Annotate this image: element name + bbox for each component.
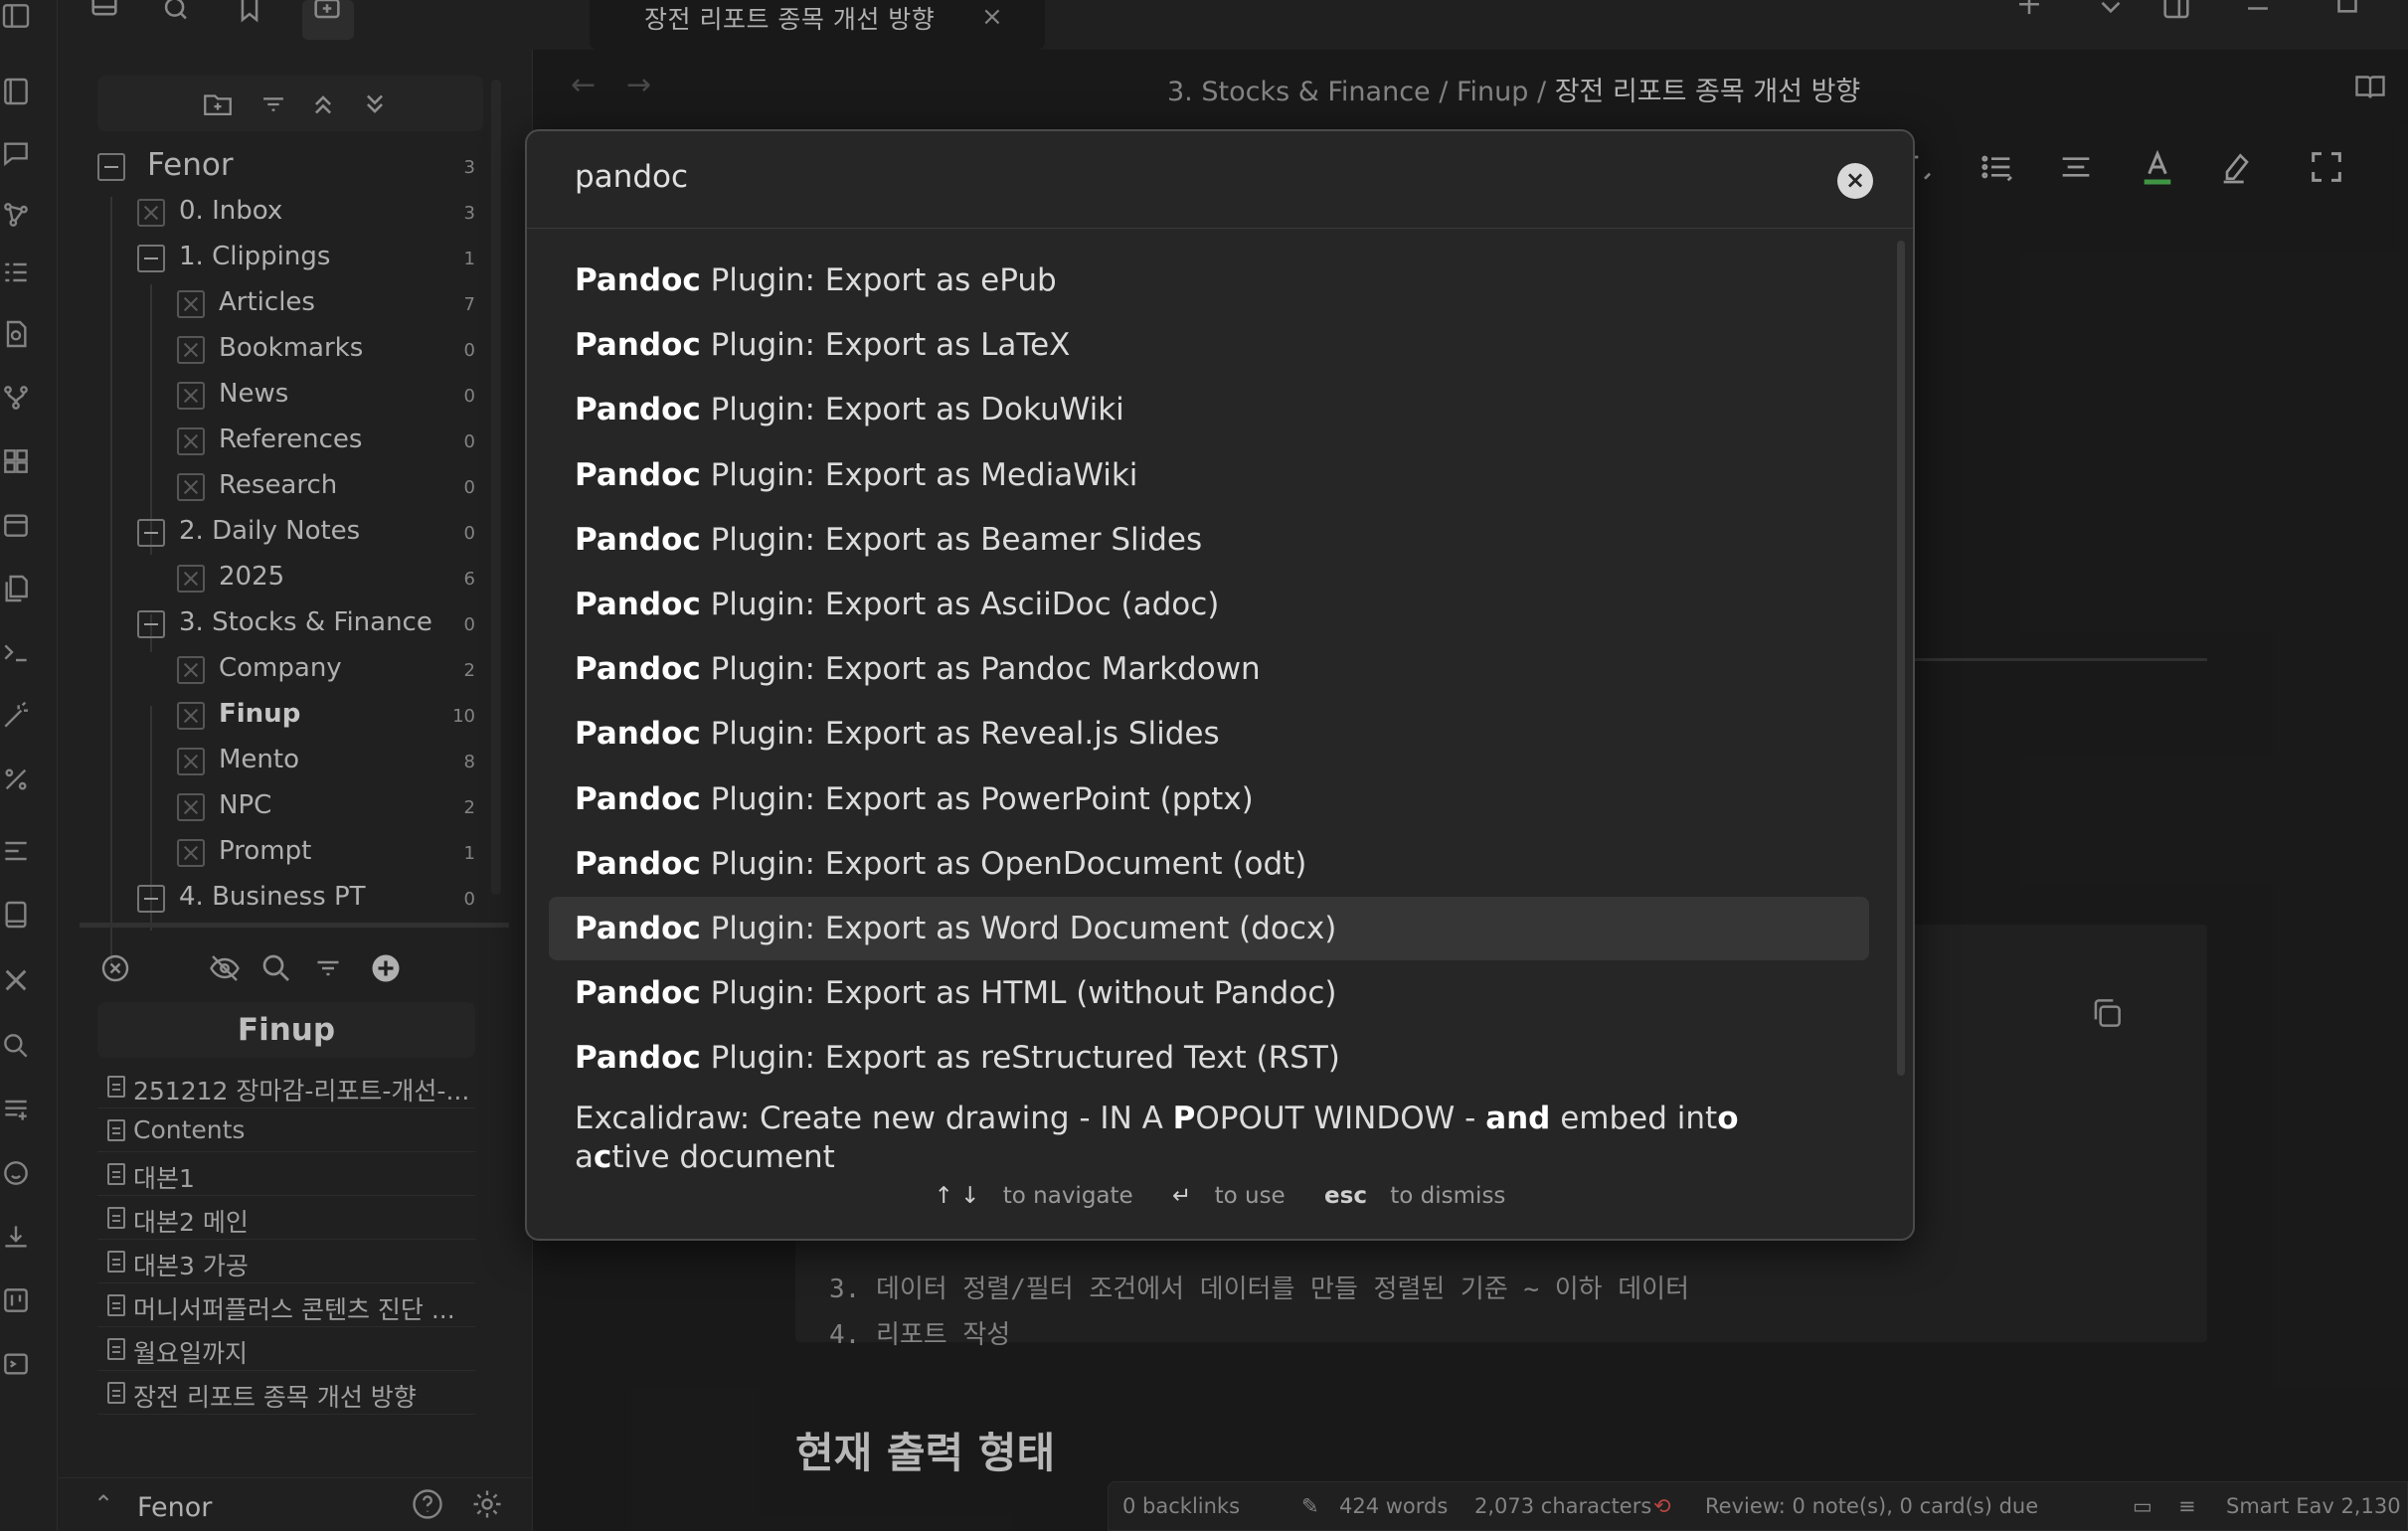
command-result[interactable]: Pandoc Plugin: Export as HTML (without P… [549,961,1869,1025]
match-highlight: Pandoc [575,587,701,622]
match-highlight: Pandoc [575,262,701,298]
command-text: Plugin: Export as Pandoc Markdown [700,651,1261,687]
command-text: Plugin: Export as ePub [700,262,1057,298]
command-label: Pandoc Plugin: Export as AsciiDoc (adoc) [575,587,1219,622]
command-text: Plugin: Export as DokuWiki [700,392,1124,427]
command-result[interactable]: Pandoc Plugin: Export as MediaWiki [549,443,1869,507]
command-text: Plugin: Export as MediaWiki [700,457,1138,493]
match-highlight: Pandoc [575,1040,701,1076]
nav-label: to navigate [1002,1183,1133,1209]
match-highlight: Pandoc [575,716,701,752]
match-highlight: Pandoc [575,975,701,1011]
command-label: Pandoc Plugin: Export as Word Document (… [575,911,1336,946]
command-text: Plugin: Export as OpenDocument (odt) [700,846,1307,882]
command-text: Plugin: Export as reStructured Text (RST… [700,1040,1340,1076]
command-text: Plugin: Export as Beamer Slides [700,522,1203,558]
match-highlight: c [594,1139,612,1175]
palette-instructions: ↑ ↓ to navigate ↵ to use esc to dismiss [527,1183,1913,1233]
match-highlight: Pandoc [575,392,701,427]
command-text: a [575,1139,594,1175]
command-label: Pandoc Plugin: Export as Pandoc Markdown [575,651,1261,687]
command-result[interactable]: Pandoc Plugin: Export as Reveal.js Slide… [549,702,1869,766]
command-label: Pandoc Plugin: Export as reStructured Te… [575,1040,1340,1076]
match-highlight: P [1172,1101,1196,1136]
command-label: Pandoc Plugin: Export as DokuWiki [575,392,1124,427]
command-label: Pandoc Plugin: Export as ePub [575,262,1057,298]
command-palette: pandoc × Pandoc Plugin: Export as ePub Pa… [525,129,1915,1241]
command-text: embed int [1550,1101,1718,1136]
command-label: Pandoc Plugin: Export as HTML (without P… [575,975,1336,1011]
use-label: to use [1214,1183,1286,1209]
match-highlight: Pandoc [575,911,701,946]
command-result[interactable]: Pandoc Plugin: Export as PowerPoint (ppt… [549,767,1869,831]
command-label: Excalidraw: Create new drawing - IN A PO… [575,1100,1827,1177]
command-result[interactable]: Pandoc Plugin: Export as Pandoc Markdown [549,637,1869,701]
match-highlight: o [1717,1101,1739,1136]
command-text: Plugin: Export as Reveal.js Slides [700,716,1220,752]
command-result[interactable]: Pandoc Plugin: Export as DokuWiki [549,378,1869,441]
command-label: Pandoc Plugin: Export as Beamer Slides [575,522,1202,558]
dismiss-label: to dismiss [1390,1183,1506,1209]
match-highlight: Pandoc [575,327,701,363]
nav-key-hint: ↑ ↓ [934,1183,980,1209]
command-result[interactable]: Pandoc Plugin: Export as AsciiDoc (adoc) [549,573,1869,636]
command-result[interactable]: Pandoc Plugin: Export as Beamer Slides [549,508,1869,572]
command-text: Plugin: Export as LaTeX [700,327,1071,363]
command-result[interactable]: Pandoc Plugin: Export as Word Document (… [549,897,1869,960]
clear-search-icon[interactable]: × [1837,163,1873,199]
match-highlight: Pandoc [575,457,701,493]
match-highlight: Pandoc [575,781,701,817]
command-results: Pandoc Plugin: Export as ePub Pandoc Plug… [549,249,1869,1175]
command-text: Plugin: Export as HTML (without Pandoc) [700,975,1337,1011]
command-text: Plugin: Export as Word Document (docx) [700,911,1337,946]
command-label: Pandoc Plugin: Export as Reveal.js Slide… [575,716,1220,752]
command-text: OPOUT WINDOW - [1195,1101,1486,1136]
results-scrollbar[interactable] [1897,241,1905,1076]
command-result[interactable]: Pandoc Plugin: Export as ePub [549,249,1869,312]
command-result[interactable]: Pandoc Plugin: Export as LaTeX [549,313,1869,377]
command-result[interactable]: Excalidraw: Create new drawing - IN A PO… [549,1092,1869,1181]
match-highlight: and [1485,1101,1551,1136]
command-label: Pandoc Plugin: Export as MediaWiki [575,457,1137,493]
enter-key-hint: ↵ [1172,1183,1192,1209]
command-result[interactable]: Pandoc Plugin: Export as OpenDocument (o… [549,832,1869,896]
command-result[interactable]: Pandoc Plugin: Export as reStructured Te… [549,1026,1869,1090]
command-text: Plugin: Export as PowerPoint (pptx) [700,781,1254,817]
command-label: Pandoc Plugin: Export as OpenDocument (o… [575,846,1306,882]
command-label: Pandoc Plugin: Export as LaTeX [575,327,1070,363]
match-highlight: Pandoc [575,846,701,882]
command-search-input[interactable]: pandoc [527,131,1913,229]
command-label: Pandoc Plugin: Export as PowerPoint (ppt… [575,781,1254,817]
match-highlight: Pandoc [575,522,701,558]
esc-key-hint: esc [1324,1183,1367,1209]
command-text: tive document [611,1139,835,1175]
command-text: Excalidraw: Create new drawing - IN A [575,1101,1173,1136]
match-highlight: Pandoc [575,651,701,687]
command-text: Plugin: Export as AsciiDoc (adoc) [700,587,1220,622]
